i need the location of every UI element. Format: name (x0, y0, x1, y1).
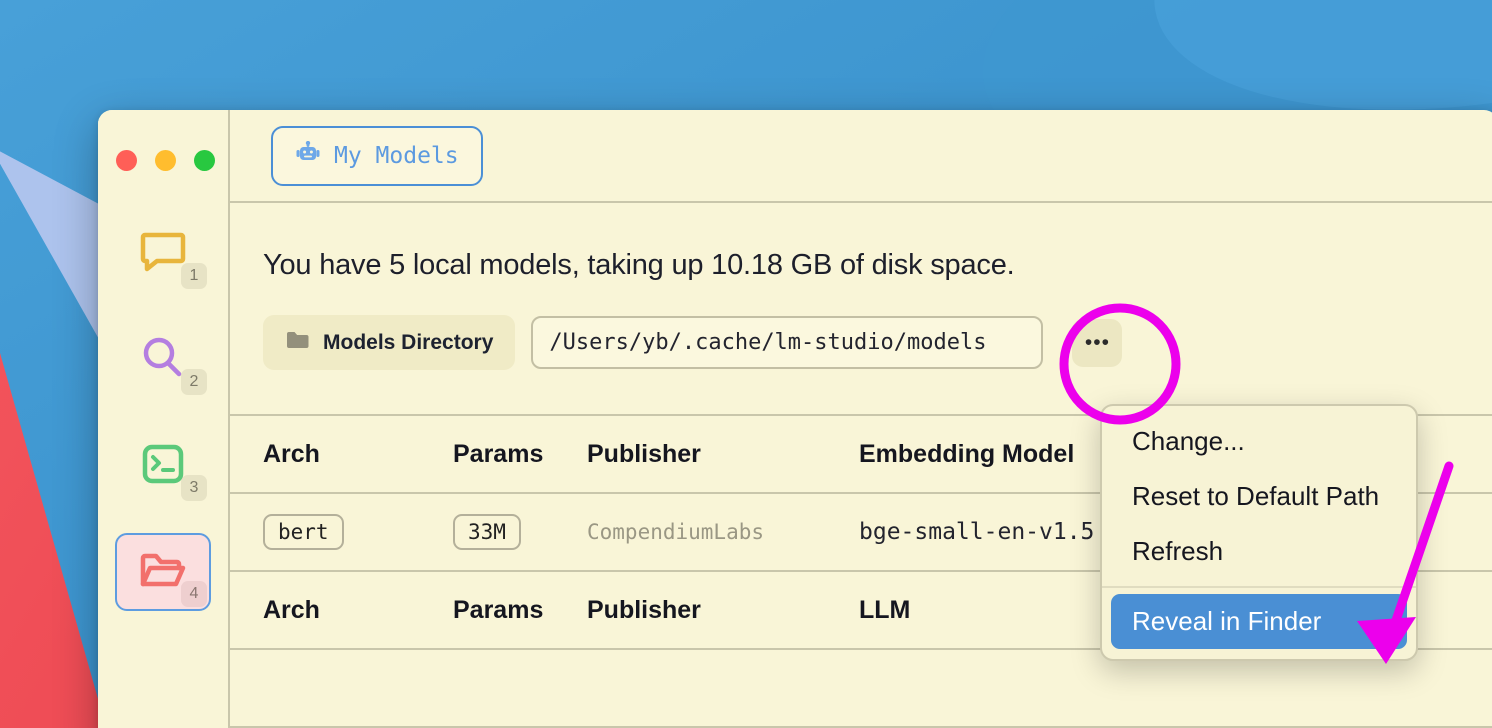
close-button[interactable] (116, 150, 137, 171)
column-header-params-llm[interactable]: Params (453, 596, 587, 625)
sidebar-badge-chat: 1 (181, 263, 207, 289)
more-options-button[interactable]: ••• (1072, 319, 1122, 367)
sidebar-item-chat[interactable]: 1 (115, 215, 211, 293)
sidebar-nav: 1 2 (98, 215, 228, 611)
cell-publisher: CompendiumLabs (587, 520, 859, 544)
path-context-menu: Change... Reset to Default Path Refresh … (1100, 404, 1418, 661)
menu-item-change[interactable]: Change... (1111, 414, 1407, 469)
models-summary-text: You have 5 local models, taking up 10.18… (263, 249, 1492, 282)
column-header-arch[interactable]: Arch (263, 440, 453, 469)
chat-bubble-icon (140, 231, 186, 278)
sidebar-badge-search: 2 (181, 369, 207, 395)
tab-my-models[interactable]: My Models (271, 126, 483, 186)
column-header-params[interactable]: Params (453, 440, 587, 469)
models-directory-button[interactable]: Models Directory (263, 315, 515, 370)
sidebar-item-search[interactable]: 2 (115, 321, 211, 399)
sidebar-badge-developer: 3 (181, 475, 207, 501)
sidebar-item-developer[interactable]: 3 (115, 427, 211, 505)
sidebar: 1 2 (98, 110, 230, 728)
models-path-input[interactable] (531, 316, 1043, 369)
maximize-button[interactable] (194, 150, 215, 171)
arch-badge: bert (263, 514, 344, 550)
robot-icon (295, 141, 321, 171)
params-badge: 33M (453, 514, 521, 550)
menu-item-reset-to-default-path[interactable]: Reset to Default Path (1111, 469, 1407, 524)
models-directory-row: Models Directory ••• (263, 315, 1492, 370)
menu-divider (1102, 586, 1416, 588)
models-directory-label: Models Directory (323, 331, 493, 355)
top-bar: My Models (230, 110, 1492, 203)
column-header-arch-llm[interactable]: Arch (263, 596, 453, 625)
window-controls (98, 110, 228, 171)
cell-params: 33M (453, 514, 587, 550)
tab-my-models-label: My Models (334, 143, 459, 169)
menu-item-reveal-in-finder[interactable]: Reveal in Finder (1111, 594, 1407, 649)
cell-arch: bert (263, 514, 453, 550)
column-header-publisher[interactable]: Publisher (587, 440, 859, 469)
summary-zone: You have 5 local models, taking up 10.18… (230, 203, 1492, 370)
terminal-icon (141, 442, 185, 491)
minimize-button[interactable] (155, 150, 176, 171)
sidebar-item-my-models[interactable]: 4 (115, 533, 211, 611)
search-magnifier-icon (140, 335, 186, 386)
menu-item-refresh[interactable]: Refresh (1111, 524, 1407, 579)
column-header-publisher-llm[interactable]: Publisher (587, 596, 859, 625)
sidebar-badge-my-models: 4 (181, 581, 207, 607)
folder-icon (285, 329, 310, 356)
table-row-partial[interactable] (230, 650, 1492, 728)
desktop-wallpaper: 1 2 (0, 0, 1492, 728)
